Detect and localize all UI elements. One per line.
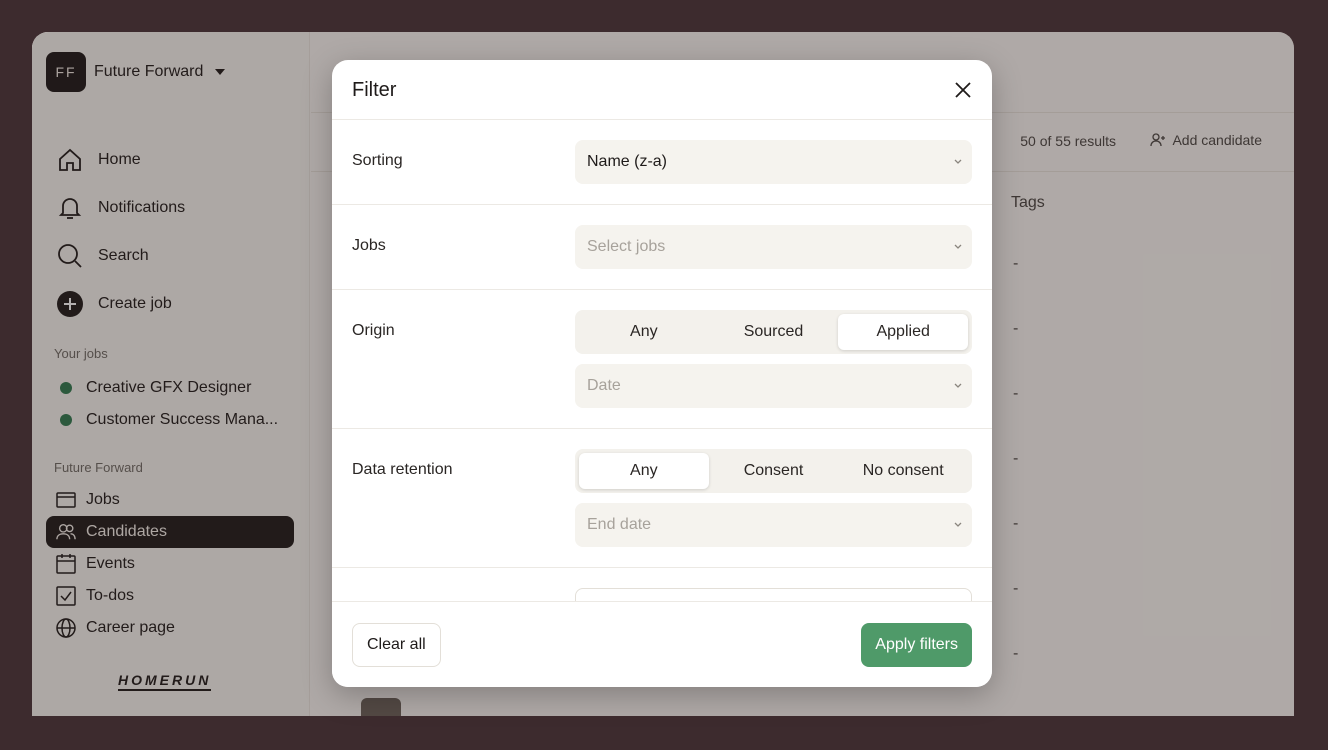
jobs-placeholder: Select jobs <box>587 238 666 255</box>
date-placeholder: Date <box>587 377 621 394</box>
chevron-down-icon <box>954 522 962 527</box>
retention-option-no-consent[interactable]: No consent <box>838 453 968 489</box>
origin-option-any[interactable]: Any <box>579 314 709 350</box>
origin-row: Origin Any Sourced Applied Date <box>332 290 992 429</box>
end-date-placeholder: End date <box>587 516 652 533</box>
origin-label: Origin <box>352 322 395 339</box>
sorting-label: Sorting <box>352 152 403 169</box>
origin-segmented-control: Any Sourced Applied <box>575 310 972 354</box>
modal-footer: Clear all Apply filters <box>332 601 992 687</box>
sorting-row: Sorting Name (z-a) <box>332 120 992 205</box>
filter-modal: Filter Sorting Name (z-a) Jobs Select jo… <box>332 60 992 687</box>
clear-all-button[interactable]: Clear all <box>352 623 441 667</box>
modal-title: Filter <box>352 79 397 101</box>
data-retention-row: Data retention Any Consent No consent En… <box>332 429 992 568</box>
chevron-down-icon <box>954 244 962 249</box>
origin-option-applied[interactable]: Applied <box>838 314 969 350</box>
close-icon[interactable] <box>952 79 974 101</box>
chevron-down-icon <box>954 383 962 388</box>
data-retention-label: Data retention <box>352 461 453 478</box>
origin-option-sourced[interactable]: Sourced <box>709 314 839 350</box>
sorting-select[interactable]: Name (z-a) <box>575 140 972 184</box>
retention-option-consent[interactable]: Consent <box>709 453 839 489</box>
end-date-select[interactable]: End date <box>575 503 972 547</box>
jobs-row: Jobs Select jobs <box>332 205 992 290</box>
modal-header: Filter <box>332 60 992 120</box>
sorting-value: Name (z-a) <box>587 153 668 170</box>
origin-date-select[interactable]: Date <box>575 364 972 408</box>
retention-option-any[interactable]: Any <box>579 453 709 489</box>
apply-filters-button[interactable]: Apply filters <box>861 623 972 667</box>
retention-segmented-control: Any Consent No consent <box>575 449 972 493</box>
chevron-down-icon <box>954 159 962 164</box>
jobs-select[interactable]: Select jobs <box>575 225 972 269</box>
jobs-label: Jobs <box>352 237 386 254</box>
